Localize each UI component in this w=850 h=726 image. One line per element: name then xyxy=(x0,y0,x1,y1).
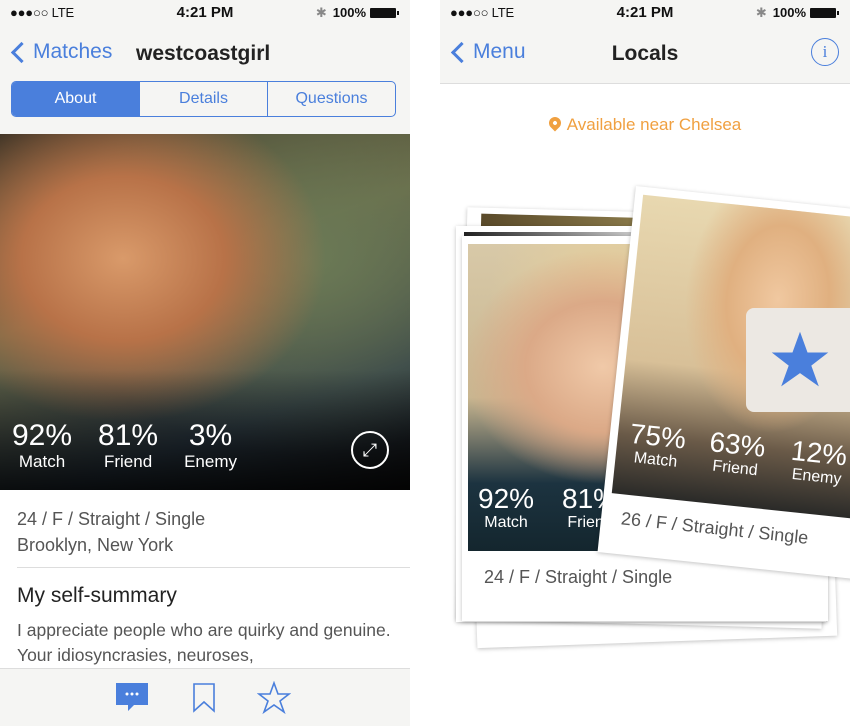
stat-match: 92% Match xyxy=(12,420,72,472)
profile-location: Brooklyn, New York xyxy=(17,535,174,555)
location-text: Available near Chelsea xyxy=(566,115,742,134)
status-bar: ●●●○○ LTE 4:21 PM ✱ 100% xyxy=(440,0,850,26)
locals-screen: ●●●○○ LTE 4:21 PM ✱ 100% Menu Locals i Av… xyxy=(440,0,850,726)
star-icon[interactable] xyxy=(257,681,291,715)
battery-icon xyxy=(810,8,839,18)
profile-line: 24 / F / Straight / Single xyxy=(484,567,673,587)
summary-text: I appreciate people who are quirky and g… xyxy=(17,620,391,665)
match-stats: 92% Match 81% Friend 3% Enemy xyxy=(12,420,263,472)
stat-enemy: 12% Enemy xyxy=(788,435,849,490)
stat-label: Enemy xyxy=(184,452,238,471)
location-label: Available near Chelsea xyxy=(440,114,850,135)
battery-percent: 100% xyxy=(772,5,806,20)
stat-label: Friend xyxy=(103,452,153,471)
back-button[interactable]: Matches xyxy=(10,40,112,64)
screen-gap xyxy=(410,0,440,726)
chevron-left-icon xyxy=(10,41,33,63)
info-icon[interactable]: i xyxy=(811,38,839,66)
stat-match: 75% Match xyxy=(627,418,688,473)
favorite-button[interactable] xyxy=(746,308,850,412)
profile-line: 26 / F / Straight / Single xyxy=(620,508,810,548)
stat-value: 81% xyxy=(98,419,159,452)
stat-enemy: 3% Enemy xyxy=(184,420,237,472)
stat-value: 92% xyxy=(12,419,73,452)
segmented-control: About Details Questions xyxy=(11,81,396,117)
battery-indicator: ✱ 100% xyxy=(315,5,399,21)
stat-label: Match xyxy=(484,514,528,531)
stat-match: 92% Match xyxy=(478,484,534,532)
profile-screen: ●●●○○ LTE 4:21 PM ✱ 100% Matches westcoas… xyxy=(0,0,410,726)
stat-label: Match xyxy=(18,452,66,471)
tab-questions[interactable]: Questions xyxy=(268,82,395,116)
summary-title: My self-summary xyxy=(17,584,177,607)
profile-info: 24 / F / Straight / Single Brooklyn, New… xyxy=(17,506,205,558)
bookmark-icon[interactable] xyxy=(192,683,216,713)
page-title: Locals xyxy=(611,42,679,65)
bluetooth-icon: ✱ xyxy=(755,5,767,20)
tab-about[interactable]: About xyxy=(12,82,140,116)
battery-icon xyxy=(370,8,399,18)
star-icon xyxy=(771,331,829,387)
expand-icon[interactable]: ⤢ xyxy=(351,431,389,469)
tab-details[interactable]: Details xyxy=(140,82,268,116)
stat-value: 3% xyxy=(188,419,233,452)
nav-bar: Menu Locals i xyxy=(440,26,850,84)
nav-divider xyxy=(440,83,850,84)
battery-percent: 100% xyxy=(332,5,366,20)
profile-line: 24 / F / Straight / Single xyxy=(17,509,206,529)
divider xyxy=(17,567,410,568)
status-bar: ●●●○○ LTE 4:21 PM ✱ 100% xyxy=(0,0,410,26)
battery-indicator: ✱ 100% xyxy=(755,5,839,21)
stat-friend: 63% Friend xyxy=(706,426,767,481)
nav-bar: Matches westcoastgirl xyxy=(0,26,410,84)
bluetooth-icon: ✱ xyxy=(315,5,327,20)
message-icon[interactable] xyxy=(116,683,148,713)
bottom-toolbar xyxy=(0,668,410,726)
back-label: Matches xyxy=(33,40,113,63)
stat-value: 92% xyxy=(478,483,535,514)
page-title: westcoastgirl xyxy=(136,42,271,65)
location-pin-icon xyxy=(546,114,564,132)
stat-friend: 81% Friend xyxy=(98,420,158,472)
